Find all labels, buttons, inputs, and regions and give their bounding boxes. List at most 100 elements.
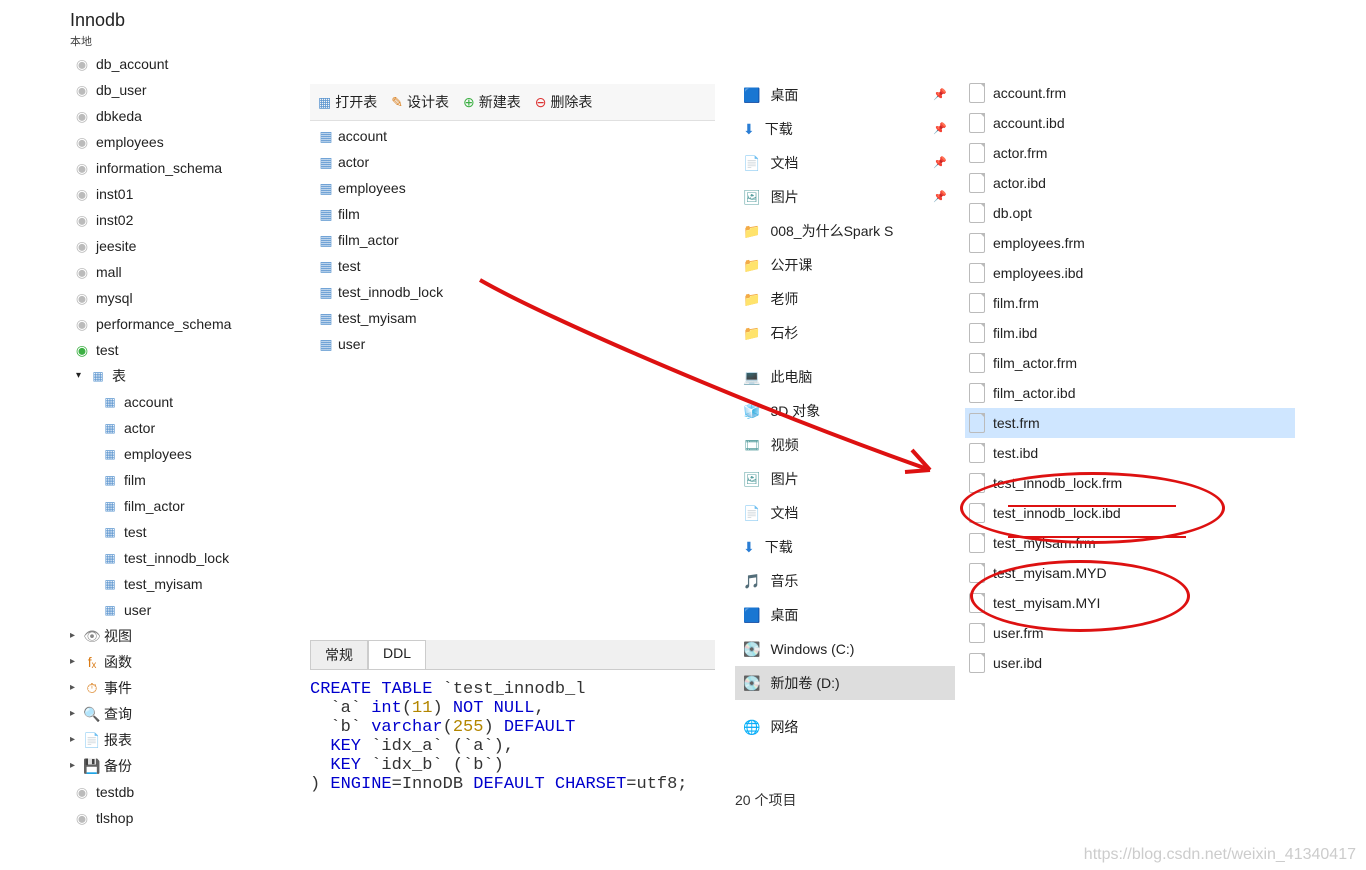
nav-item-此电脑[interactable]: 💻此电脑 xyxy=(735,360,955,394)
file-test_myisam.frm[interactable]: test_myisam.frm xyxy=(965,528,1295,558)
db-item-tlshop[interactable]: ◉tlshop xyxy=(70,805,300,831)
file-icon xyxy=(969,263,985,283)
table-row-film[interactable]: ▦film xyxy=(310,201,715,227)
db-item-performance_schema[interactable]: ◉performance_schema xyxy=(70,311,300,337)
nav-item-视频[interactable]: 🎞视频 xyxy=(735,428,955,462)
file-test.frm[interactable]: test.frm xyxy=(965,408,1295,438)
nav-item-图片[interactable]: 🖼图片📌 xyxy=(735,180,955,214)
table-row-user[interactable]: ▦user xyxy=(310,331,715,357)
db-item-test[interactable]: ◉test xyxy=(70,337,300,363)
file-actor.ibd[interactable]: actor.ibd xyxy=(965,168,1295,198)
nav-item-桌面[interactable]: 🟦桌面 xyxy=(735,598,955,632)
open-table-button[interactable]: ▦打开表 xyxy=(314,90,381,114)
table-row-actor[interactable]: ▦actor xyxy=(310,149,715,175)
db-item-inst01[interactable]: ◉inst01 xyxy=(70,181,300,207)
db-item-db_user[interactable]: ◉db_user xyxy=(70,77,300,103)
file-test_myisam.MYD[interactable]: test_myisam.MYD xyxy=(965,558,1295,588)
table-icon: ▦ xyxy=(98,495,122,517)
db-item-testdb[interactable]: ◉testdb xyxy=(70,779,300,805)
file-test.ibd[interactable]: test.ibd xyxy=(965,438,1295,468)
file-icon xyxy=(969,173,985,193)
table-actor[interactable]: ▦actor xyxy=(70,415,300,441)
nav-item-Windows (C:)[interactable]: 💽Windows (C:) xyxy=(735,632,955,666)
file-employees.ibd[interactable]: employees.ibd xyxy=(965,258,1295,288)
db-item-information_schema[interactable]: ◉information_schema xyxy=(70,155,300,181)
nav-item-新加卷 (D:)[interactable]: 💽新加卷 (D:) xyxy=(735,666,955,700)
nav-item-桌面[interactable]: 🟦桌面📌 xyxy=(735,78,955,112)
nav-item-下载[interactable]: ⬇下载 xyxy=(735,530,955,564)
nav-item-3D 对象[interactable]: 🧊3D 对象 xyxy=(735,394,955,428)
file-account.frm[interactable]: account.frm xyxy=(965,78,1295,108)
file-test_myisam.MYI[interactable]: test_myisam.MYI xyxy=(965,588,1295,618)
nav-item-网络[interactable]: 🌐网络 xyxy=(735,710,955,744)
nav-item-图片[interactable]: 🖼图片 xyxy=(735,462,955,496)
table-film[interactable]: ▦film xyxy=(70,467,300,493)
file-icon xyxy=(969,533,985,553)
db-item-mall[interactable]: ◉mall xyxy=(70,259,300,285)
nav-item-文档[interactable]: 📄文档 xyxy=(735,496,955,530)
file-account.ibd[interactable]: account.ibd xyxy=(965,108,1295,138)
table-icon: ▦ xyxy=(98,573,122,595)
db-item-mysql[interactable]: ◉mysql xyxy=(70,285,300,311)
file-film_actor.frm[interactable]: film_actor.frm xyxy=(965,348,1295,378)
file-film.ibd[interactable]: film.ibd xyxy=(965,318,1295,348)
nav-icon: 🔍 xyxy=(80,703,104,725)
table-test_innodb_lock[interactable]: ▦test_innodb_lock xyxy=(70,545,300,571)
tables-node[interactable]: ▾ ▦ 表 xyxy=(70,363,300,389)
file-test_innodb_lock.ibd[interactable]: test_innodb_lock.ibd xyxy=(965,498,1295,528)
file-actor.frm[interactable]: actor.frm xyxy=(965,138,1295,168)
new-table-button[interactable]: ⊕新建表 xyxy=(459,90,525,114)
db-item-dbkeda[interactable]: ◉dbkeda xyxy=(70,103,300,129)
table-test[interactable]: ▦test xyxy=(70,519,300,545)
db-icon: ◉ xyxy=(70,313,94,335)
nav-视图[interactable]: ▸👁视图 xyxy=(70,623,300,649)
table-test_myisam[interactable]: ▦test_myisam xyxy=(70,571,300,597)
db-item-inst02[interactable]: ◉inst02 xyxy=(70,207,300,233)
table-row-test_innodb_lock[interactable]: ▦test_innodb_lock xyxy=(310,279,715,305)
table-row-account[interactable]: ▦account xyxy=(310,123,715,149)
nav-item-008_为什么Spark S[interactable]: 📁008_为什么Spark S xyxy=(735,214,955,248)
nav-备份[interactable]: ▸💾备份 xyxy=(70,753,300,779)
table-row-test[interactable]: ▦test xyxy=(310,253,715,279)
file-test_innodb_lock.frm[interactable]: test_innodb_lock.frm xyxy=(965,468,1295,498)
nav-事件[interactable]: ▸⏱事件 xyxy=(70,675,300,701)
nav-icon: 📁 xyxy=(743,284,760,314)
pin-icon: 📌 xyxy=(933,182,947,212)
nav-item-文档[interactable]: 📄文档📌 xyxy=(735,146,955,180)
table-row-employees[interactable]: ▦employees xyxy=(310,175,715,201)
file-film.frm[interactable]: film.frm xyxy=(965,288,1295,318)
nav-查询[interactable]: ▸🔍查询 xyxy=(70,701,300,727)
nav-item-石杉[interactable]: 📁石杉 xyxy=(735,316,955,350)
delete-table-button[interactable]: ⊖删除表 xyxy=(531,90,597,114)
file-icon xyxy=(969,113,985,133)
tab-normal[interactable]: 常规 xyxy=(310,640,368,669)
nav-icon: 💽 xyxy=(743,634,760,664)
table-row-film_actor[interactable]: ▦film_actor xyxy=(310,227,715,253)
db-item-db_account[interactable]: ◉db_account xyxy=(70,51,300,77)
table-film_actor[interactable]: ▦film_actor xyxy=(70,493,300,519)
nav-报表[interactable]: ▸📄报表 xyxy=(70,727,300,753)
nav-item-公开课[interactable]: 📁公开课 xyxy=(735,248,955,282)
table-employees[interactable]: ▦employees xyxy=(70,441,300,467)
file-user.ibd[interactable]: user.ibd xyxy=(965,648,1295,678)
file-db.opt[interactable]: db.opt xyxy=(965,198,1295,228)
tab-ddl[interactable]: DDL xyxy=(368,640,426,669)
table-icon: ▦ xyxy=(314,306,338,330)
db-item-jeesite[interactable]: ◉jeesite xyxy=(70,233,300,259)
db-item-employees[interactable]: ◉employees xyxy=(70,129,300,155)
table-icon: ▦ xyxy=(98,417,122,439)
nav-item-下载[interactable]: ⬇下载📌 xyxy=(735,112,955,146)
file-user.frm[interactable]: user.frm xyxy=(965,618,1295,648)
design-table-button[interactable]: ✎设计表 xyxy=(387,90,453,114)
table-user[interactable]: ▦user xyxy=(70,597,300,623)
nav-icon: 🖼 xyxy=(743,464,761,494)
nav-item-老师[interactable]: 📁老师 xyxy=(735,282,955,316)
file-employees.frm[interactable]: employees.frm xyxy=(965,228,1295,258)
nav-item-音乐[interactable]: 🎵音乐 xyxy=(735,564,955,598)
db-icon: ◉ xyxy=(70,105,94,127)
nav-icon: 📁 xyxy=(743,318,760,348)
table-account[interactable]: ▦account xyxy=(70,389,300,415)
file-film_actor.ibd[interactable]: film_actor.ibd xyxy=(965,378,1295,408)
table-row-test_myisam[interactable]: ▦test_myisam xyxy=(310,305,715,331)
nav-函数[interactable]: ▸fₓ函数 xyxy=(70,649,300,675)
